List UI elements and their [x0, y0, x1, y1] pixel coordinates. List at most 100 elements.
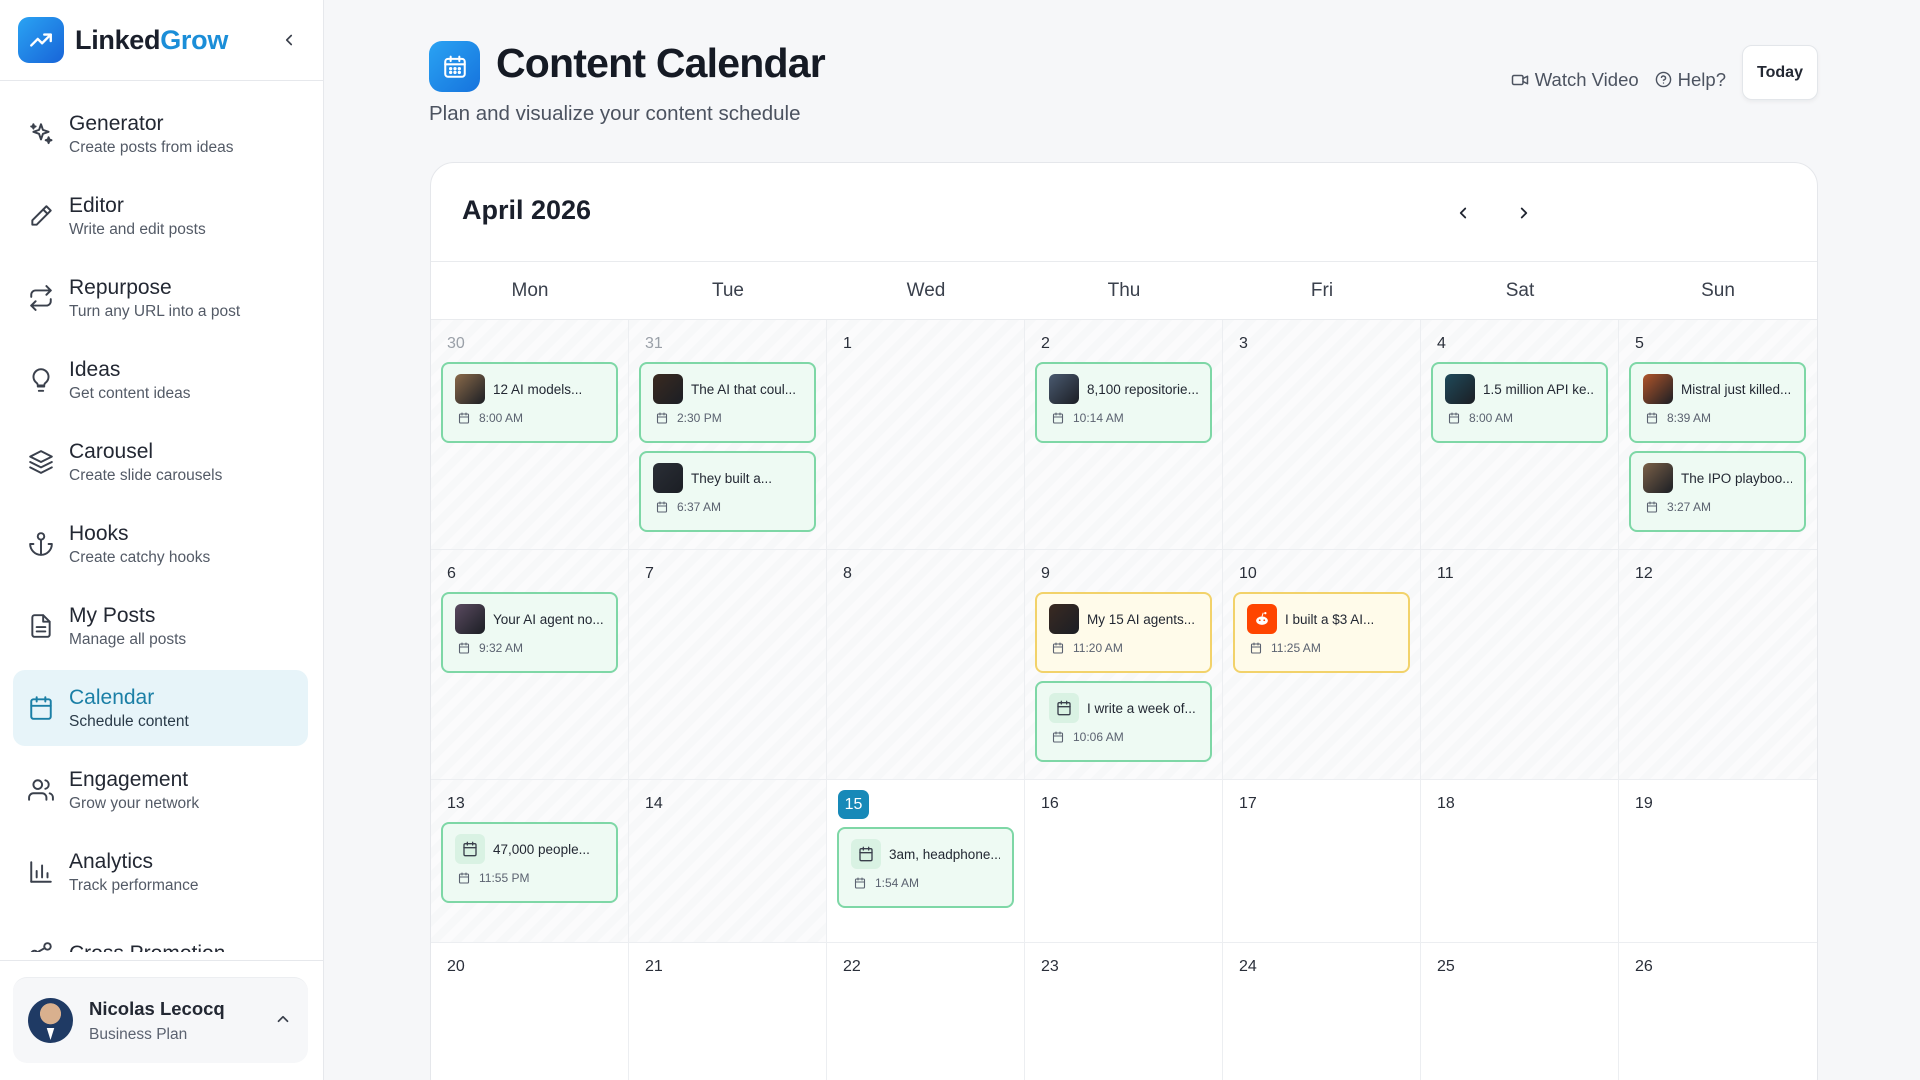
day-cell[interactable]: 24 [1223, 943, 1421, 1080]
post-card[interactable]: 3am, headphone... 1:54 AM [837, 827, 1014, 908]
sidebar-item-engagement[interactable]: Engagement Grow your network [13, 752, 308, 828]
post-time: 8:00 AM [479, 411, 524, 425]
sidebar-item-label: Editor [69, 194, 124, 217]
sidebar-item-editor[interactable]: Editor Write and edit posts [13, 178, 308, 254]
sidebar-item-subtitle: Create catchy hooks [69, 549, 211, 566]
day-cell[interactable]: 26 [1619, 943, 1817, 1080]
prev-month-button[interactable] [1448, 198, 1478, 228]
reddit-icon [1247, 604, 1277, 634]
post-card[interactable]: I write a week of... 10:06 AM [1035, 681, 1212, 762]
post-thumbnail [1049, 604, 1079, 634]
day-cell[interactable]: 13 47,000 people... 11:55 PM [431, 780, 629, 942]
week-row: 20 21 22 23 24 25 26 [431, 943, 1817, 1080]
day-number: 3 [1239, 335, 1248, 352]
day-number: 2 [1041, 335, 1050, 352]
sparkles-icon [27, 120, 55, 148]
day-cell[interactable]: 25 [1421, 943, 1619, 1080]
watch-video-link[interactable]: Watch Video [1511, 69, 1639, 91]
day-cell[interactable]: 1 [827, 320, 1025, 549]
day-cell[interactable]: 2 8,100 repositorie... 10:14 AM [1025, 320, 1223, 549]
watch-video-label: Watch Video [1534, 68, 1639, 90]
calendar-small-icon [1052, 642, 1064, 654]
layers-icon [27, 448, 55, 476]
day-cell[interactable]: 21 [629, 943, 827, 1080]
help-circle-icon [1655, 71, 1671, 88]
day-cell[interactable]: 17 [1223, 780, 1421, 942]
post-time: 8:39 AM [1667, 411, 1712, 425]
day-cell[interactable]: 12 [1619, 550, 1817, 779]
today-button[interactable]: Today [1742, 45, 1818, 100]
day-cell[interactable]: 18 [1421, 780, 1619, 942]
chevron-right-icon [1520, 207, 1528, 219]
day-cell[interactable]: 19 [1619, 780, 1817, 942]
day-cell[interactable]: 6 Your AI agent no... 9:32 AM [431, 550, 629, 779]
day-cell[interactable]: 10 I built a $3 AI... 11:25 AM [1223, 550, 1421, 779]
day-cell[interactable]: 11 [1421, 550, 1619, 779]
post-card[interactable]: 12 AI models... 8:00 AM [441, 362, 618, 443]
day-cell[interactable]: 23 [1025, 943, 1223, 1080]
day-cell[interactable]: 8 [827, 550, 1025, 779]
help-label: Help? [1677, 68, 1726, 90]
post-time: 10:06 AM [1073, 730, 1124, 744]
post-card[interactable]: 1.5 million API ke... 8:00 AM [1431, 362, 1608, 443]
sidebar-item-repurpose[interactable]: Repurpose Turn any URL into a post [13, 260, 308, 336]
chevron-up-icon [277, 1015, 289, 1023]
sidebar-item-my-posts[interactable]: My Posts Manage all posts [13, 588, 308, 664]
weekday-label: Sun [1701, 280, 1735, 301]
post-card[interactable]: They built a... 6:37 AM [639, 451, 816, 532]
day-number: 22 [843, 958, 861, 975]
day-cell[interactable]: 31 The AI that coul... 2:30 PM They built a… [629, 320, 827, 549]
day-number: 12 [1635, 565, 1653, 582]
day-cell[interactable]: 14 [629, 780, 827, 942]
post-time: 9:32 AM [479, 641, 524, 655]
day-cell[interactable]: 5 Mistral just killed... 8:39 AM The IPO pl… [1619, 320, 1817, 549]
logo-trending-icon[interactable] [18, 17, 64, 63]
day-cell[interactable]: 7 [629, 550, 827, 779]
day-cell[interactable]: 3 [1223, 320, 1421, 549]
post-card[interactable]: Your AI agent no... 9:32 AM [441, 592, 618, 673]
day-cell[interactable]: 30 12 AI models... 8:00 AM [431, 320, 629, 549]
day-cell[interactable]: 4 1.5 million API ke... 8:00 AM [1421, 320, 1619, 549]
post-card[interactable]: 8,100 repositorie... 10:14 AM [1035, 362, 1212, 443]
day-number: 20 [447, 958, 465, 975]
post-card[interactable]: The AI that coul... 2:30 PM [639, 362, 816, 443]
post-thumbnail [1049, 374, 1079, 404]
sidebar-item-calendar[interactable]: Calendar Schedule content [13, 670, 308, 746]
calendar-icon [429, 41, 480, 92]
file-text-icon [27, 612, 55, 640]
user-menu[interactable]: Nicolas Lecocq Business Plan [13, 977, 308, 1063]
calendar-small-icon [458, 872, 470, 884]
post-card[interactable]: Mistral just killed... 8:39 AM [1629, 362, 1806, 443]
users-icon [27, 776, 55, 804]
day-number: 26 [1635, 958, 1653, 975]
day-cell[interactable]: 20 [431, 943, 629, 1080]
day-number: 24 [1239, 958, 1257, 975]
sidebar-item-generator[interactable]: Generator Create posts from ideas [13, 96, 308, 172]
repeat-icon [27, 284, 55, 312]
day-cell[interactable]: 22 [827, 943, 1025, 1080]
sidebar-item-carousel[interactable]: Carousel Create slide carousels [13, 424, 308, 500]
calendar-small-icon [1646, 501, 1658, 513]
next-month-button[interactable] [1509, 198, 1539, 228]
calendar-grid: 30 12 AI models... 8:00 AM 31 The AI that co… [431, 320, 1817, 1080]
today-date-badge: 15 [838, 790, 869, 819]
sidebar-item-hooks[interactable]: Hooks Create catchy hooks [13, 506, 308, 582]
day-cell[interactable]: 9 My 15 AI agents... 11:20 AM I write a wee… [1025, 550, 1223, 779]
lightbulb-icon [27, 366, 55, 394]
sidebar-item-analytics[interactable]: Analytics Track performance [13, 834, 308, 910]
sidebar-item-cross-promotion[interactable]: Cross Promotion [13, 916, 308, 952]
day-cell[interactable]: 15 3am, headphone... 1:54 AM [827, 780, 1025, 942]
post-card[interactable]: 47,000 people... 11:55 PM [441, 822, 618, 903]
sidebar-item-ideas[interactable]: Ideas Get content ideas [13, 342, 308, 418]
help-link[interactable]: Help? [1655, 69, 1726, 91]
calendar-small-icon [1052, 412, 1064, 424]
day-number: 19 [1635, 795, 1653, 812]
post-card[interactable]: The IPO playboo... 3:27 AM [1629, 451, 1806, 532]
collapse-sidebar-button[interactable] [276, 27, 302, 53]
post-card[interactable]: I built a $3 AI... 11:25 AM [1233, 592, 1410, 673]
post-title: I built a $3 AI... [1285, 611, 1375, 627]
post-card[interactable]: My 15 AI agents... 11:20 AM [1035, 592, 1212, 673]
post-time: 3:27 AM [1667, 500, 1712, 514]
page-title: Content Calendar [496, 40, 826, 86]
day-cell[interactable]: 16 [1025, 780, 1223, 942]
